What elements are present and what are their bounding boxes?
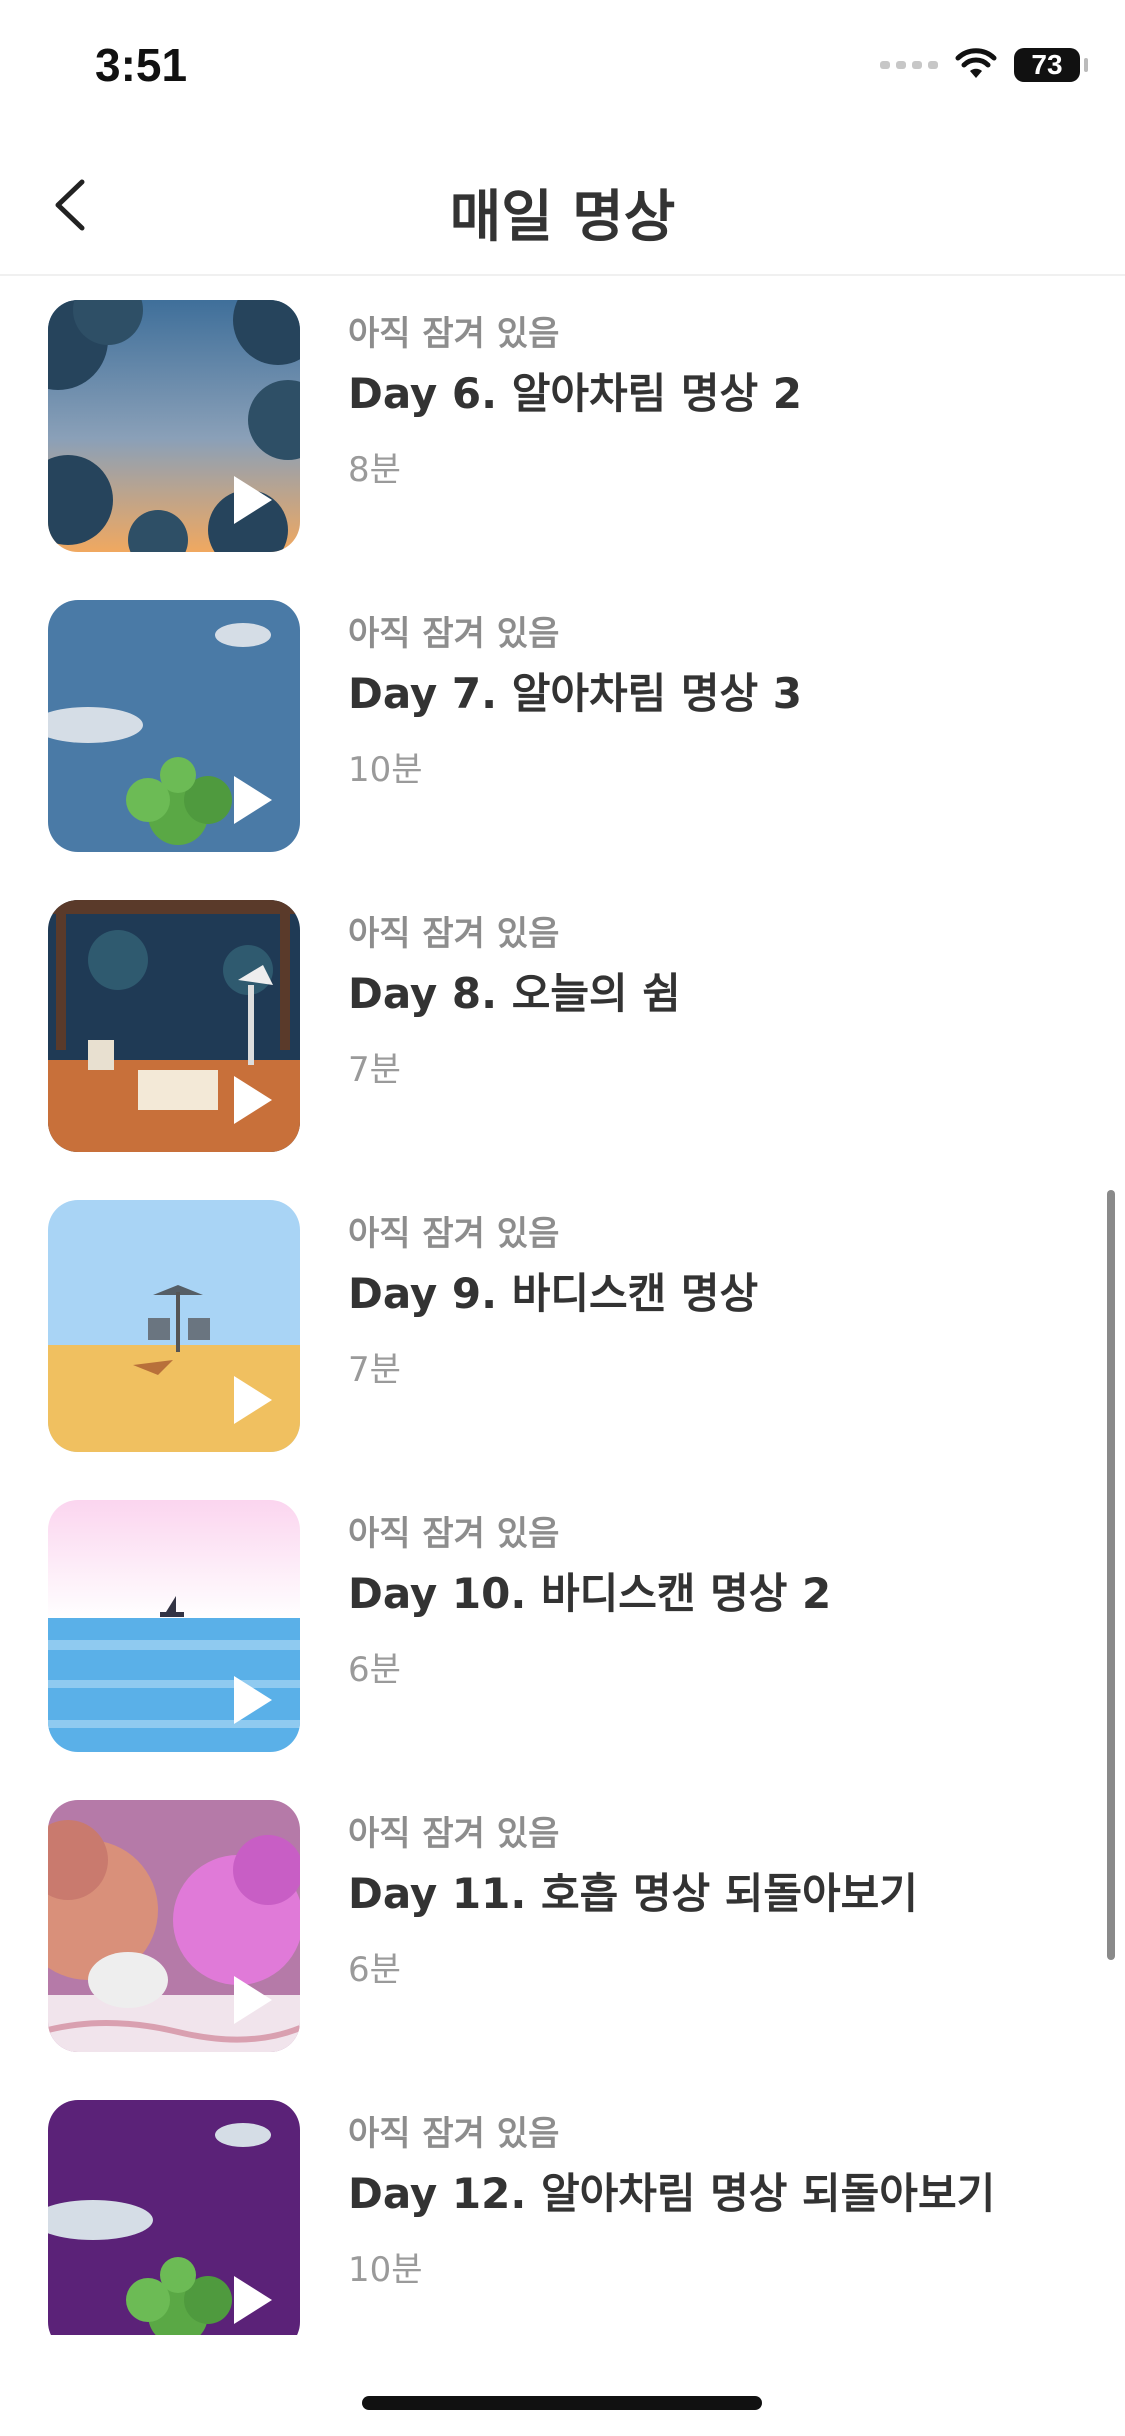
item-duration: 8분 (348, 450, 401, 490)
item-duration: 6분 (348, 1950, 401, 1990)
thumbnail-pink-trees (48, 1800, 300, 2052)
list-item[interactable]: 아직 잠겨 있음 Day 10. 바디스캔 명상 2 6분 (0, 1500, 1125, 1800)
item-duration: 7분 (348, 1050, 401, 1090)
list-item[interactable]: 아직 잠겨 있음 Day 7. 알아차림 명상 3 10분 (0, 600, 1125, 900)
item-title: Day 7. 알아차림 명상 3 (348, 669, 803, 718)
play-icon (234, 2276, 272, 2324)
thumbnail-purple-moon-plant (48, 2100, 300, 2335)
page-title: 매일 명상 (449, 185, 676, 250)
lock-status: 아직 잠겨 있음 (348, 314, 560, 354)
item-title: Day 6. 알아차림 명상 2 (348, 369, 803, 418)
lock-status: 아직 잠겨 있음 (348, 614, 560, 654)
item-title: Day 10. 바디스캔 명상 2 (348, 1569, 832, 1618)
thumbnail-desk-lamp (48, 900, 300, 1152)
play-icon (234, 776, 272, 824)
lock-status: 아직 잠겨 있음 (348, 2114, 560, 2154)
status-icons: 73 (880, 48, 1088, 82)
thumbnail-sunset-trees (48, 300, 300, 552)
item-title: Day 12. 알아차림 명상 되돌아보기 (348, 2169, 996, 2218)
item-duration: 10분 (348, 750, 423, 790)
scrollbar[interactable] (1107, 1190, 1115, 1960)
list-item[interactable]: 아직 잠겨 있음 Day 9. 바디스캔 명상 7분 (0, 1200, 1125, 1500)
status-time: 3:51 (95, 39, 188, 91)
meditation-list[interactable]: 아직 잠겨 있음 Day 6. 알아차림 명상 2 8분 아직 잠겨 있음 Da… (0, 300, 1125, 2335)
list-item[interactable]: 아직 잠겨 있음 Day 11. 호흡 명상 되돌아보기 6분 (0, 1800, 1125, 2100)
list-item[interactable]: 아직 잠겨 있음 Day 8. 오늘의 쉼 7분 (0, 900, 1125, 1200)
lock-status: 아직 잠겨 있음 (348, 914, 560, 954)
play-icon (234, 1076, 272, 1124)
item-title: Day 9. 바디스캔 명상 (348, 1269, 759, 1318)
lock-status: 아직 잠겨 있음 (348, 1214, 560, 1254)
navigation-bar: 매일 명상 (0, 140, 1125, 276)
signal-icon (880, 61, 938, 69)
list-item[interactable]: 아직 잠겨 있음 Day 12. 알아차림 명상 되돌아보기 10분 (0, 2100, 1125, 2335)
wifi-icon (955, 48, 997, 78)
item-duration: 6분 (348, 1650, 401, 1690)
play-icon (234, 1676, 272, 1724)
thumbnail-beach-umbrella (48, 1200, 300, 1452)
play-icon (234, 476, 272, 524)
play-icon (234, 1976, 272, 2024)
status-bar: 3:51 73 (0, 0, 1125, 140)
battery-level: 73 (1031, 49, 1063, 80)
play-icon (234, 1376, 272, 1424)
list-item[interactable]: 아직 잠겨 있음 Day 6. 알아차림 명상 2 8분 (0, 300, 1125, 600)
item-title: Day 8. 오늘의 쉼 (348, 969, 681, 1018)
thumbnail-blue-moon-plant (48, 600, 300, 852)
battery-icon: 73 (1014, 48, 1088, 82)
thumbnail-sea-boat (48, 1500, 300, 1752)
lock-status: 아직 잠겨 있음 (348, 1814, 560, 1854)
item-duration: 10분 (348, 2250, 423, 2290)
home-indicator[interactable] (362, 2396, 762, 2410)
item-duration: 7분 (348, 1350, 401, 1390)
lock-status: 아직 잠겨 있음 (348, 1514, 560, 1554)
item-title: Day 11. 호흡 명상 되돌아보기 (348, 1869, 918, 1918)
